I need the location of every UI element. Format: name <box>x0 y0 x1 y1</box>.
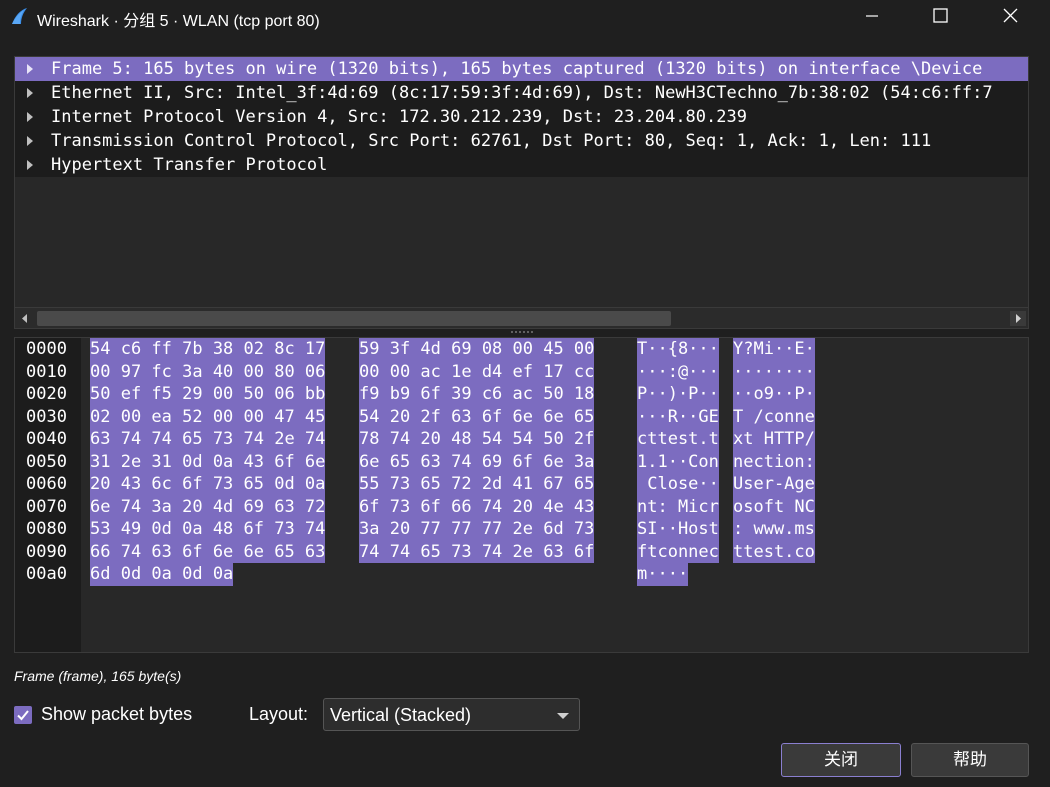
byte-offset: 00a0 <box>26 564 67 584</box>
tree-item-label: Ethernet II, Src: Intel_3f:4d:69 (8c:17:… <box>51 83 993 103</box>
hex-bytes[interactable]: 6e 74 3a 20 4d 69 63 72 <box>90 495 326 518</box>
ascii-bytes[interactable]: ttest.co <box>733 540 815 563</box>
minimize-icon <box>866 15 878 17</box>
expand-arrow-icon[interactable] <box>27 112 33 122</box>
ascii-bytes[interactable]: P··)·P·· <box>637 383 719 406</box>
tree-item-ethernet[interactable]: Ethernet II, Src: Intel_3f:4d:69 (8c:17:… <box>15 81 1028 105</box>
byte-offset: 0070 <box>26 496 67 517</box>
tree-item-ipv4[interactable]: Internet Protocol Version 4, Src: 172.30… <box>15 105 1028 129</box>
ascii-bytes[interactable]: ··o9··P· <box>733 383 815 406</box>
hex-bytes[interactable]: 31 2e 31 0d 0a 43 6f 6e <box>90 450 326 473</box>
expand-arrow-icon[interactable] <box>27 160 33 170</box>
ascii-bytes[interactable]: : www.ms <box>733 518 815 541</box>
ascii-bytes[interactable]: T··{8··· <box>637 338 719 361</box>
layout-label: Layout: <box>249 704 309 724</box>
tree-item-label: Hypertext Transfer Protocol <box>51 155 328 175</box>
layout-select-value: Vertical (Stacked) <box>330 705 472 725</box>
minimize-button[interactable] <box>849 0 895 32</box>
ascii-bytes[interactable]: ···:@··· <box>637 360 719 383</box>
packet-bytes-pane[interactable]: 0000 54 c6 ff 7b 38 02 8c 17 59 3f 4d 69 0… <box>14 337 1029 653</box>
ascii-bytes[interactable]: SI··Host <box>637 518 719 541</box>
hex-bytes[interactable]: 6d 0d 0a 0d 0a <box>90 563 234 586</box>
byte-offset: 0080 <box>26 519 67 539</box>
close-icon <box>1003 8 1018 23</box>
ascii-bytes[interactable]: osoft NC <box>733 495 815 518</box>
ascii-bytes[interactable]: User-Age <box>733 473 815 496</box>
tree-item-http[interactable]: Hypertext Transfer Protocol <box>15 153 1028 177</box>
layout-select[interactable]: Vertical (Stacked) <box>323 698 580 731</box>
tree-item-tcp[interactable]: Transmission Control Protocol, Src Port:… <box>15 129 1028 153</box>
hex-bytes[interactable]: f9 b9 6f 39 c6 ac 50 18 <box>359 383 595 406</box>
ascii-bytes[interactable]: 1.1··Con <box>637 450 719 473</box>
window-title: Wireshark · 分组 5 · WLAN (tcp port 80) <box>37 13 320 30</box>
hex-bytes[interactable]: 6f 73 6f 66 74 20 4e 43 <box>359 495 595 518</box>
tree-item-frame[interactable]: Frame 5: 165 bytes on wire (1320 bits), … <box>15 57 1028 81</box>
ascii-bytes[interactable]: nt: Micr <box>637 495 719 518</box>
ascii-bytes[interactable]: nection: <box>733 450 815 473</box>
maximize-button[interactable] <box>917 0 963 32</box>
hex-bytes[interactable]: 6e 65 63 74 69 6f 6e 3a <box>359 450 595 473</box>
status-text: Frame (frame), 165 byte(s) <box>14 668 182 684</box>
checkmark-icon <box>17 710 29 721</box>
hex-bytes[interactable]: 54 c6 ff 7b 38 02 8c 17 <box>90 338 326 361</box>
hex-bytes[interactable]: 74 74 65 73 74 2e 63 6f <box>359 540 595 563</box>
close-window-button[interactable] <box>987 0 1033 32</box>
byte-offset: 0020 <box>26 384 67 404</box>
hex-bytes[interactable]: 3a 20 77 77 77 2e 6d 73 <box>359 518 595 541</box>
hex-bytes[interactable]: 53 49 0d 0a 48 6f 73 74 <box>90 518 326 541</box>
show-packet-bytes-label[interactable]: Show packet bytes <box>41 704 192 725</box>
tree-item-label: Internet Protocol Version 4, Src: 172.30… <box>51 107 747 127</box>
tree-item-label: Frame 5: 165 bytes on wire (1320 bits), … <box>51 59 983 79</box>
ascii-bytes[interactable]: ftconnec <box>637 540 719 563</box>
wireshark-fin-icon <box>12 8 27 24</box>
title-bar: Wireshark · 分组 5 · WLAN (tcp port 80) <box>0 0 1050 34</box>
expand-arrow-icon[interactable] <box>27 64 33 74</box>
ascii-bytes[interactable]: ········ <box>733 360 815 383</box>
hex-bytes[interactable]: 55 73 65 72 2d 41 67 65 <box>359 473 595 496</box>
hex-bytes[interactable]: 63 74 74 65 73 74 2e 74 <box>90 428 326 451</box>
ascii-bytes[interactable]: T /conne <box>733 405 815 428</box>
hex-bytes[interactable]: 66 74 63 6f 6e 6e 65 63 <box>90 540 326 563</box>
scroll-right-icon[interactable] <box>1010 311 1026 326</box>
byte-offset: 0030 <box>26 406 67 427</box>
packet-details-tree[interactable]: Frame 5: 165 bytes on wire (1320 bits), … <box>14 56 1029 329</box>
hex-bytes[interactable]: 00 97 fc 3a 40 00 80 06 <box>90 360 326 383</box>
ascii-bytes[interactable]: Y?Mi··E· <box>733 338 815 361</box>
close-button[interactable]: 关闭 <box>781 743 901 777</box>
ascii-bytes[interactable]: xt HTTP/ <box>733 428 815 451</box>
hex-bytes[interactable]: 20 43 6c 6f 73 65 0d 0a <box>90 473 326 496</box>
pane-splitter-handle[interactable] <box>510 330 536 334</box>
help-button[interactable]: 帮助 <box>911 743 1029 777</box>
ascii-bytes[interactable]: ···R··GE <box>637 405 719 428</box>
ascii-bytes[interactable]: cttest.t <box>637 428 719 451</box>
byte-offset: 0050 <box>26 451 67 472</box>
byte-offset: 0040 <box>26 429 67 449</box>
hex-bytes[interactable]: 50 ef f5 29 00 50 06 bb <box>90 383 326 406</box>
ascii-bytes[interactable]: Close·· <box>637 473 719 496</box>
maximize-icon <box>933 8 948 23</box>
ascii-bytes[interactable]: m···· <box>637 563 689 586</box>
scroll-left-icon[interactable] <box>17 311 33 326</box>
expand-arrow-icon[interactable] <box>27 136 33 146</box>
byte-offset: 0090 <box>26 541 67 562</box>
hex-bytes[interactable]: 02 00 ea 52 00 00 47 45 <box>90 405 326 428</box>
tree-item-label: Transmission Control Protocol, Src Port:… <box>51 131 932 151</box>
hex-bytes[interactable]: 59 3f 4d 69 08 00 45 00 <box>359 338 595 361</box>
hex-bytes[interactable]: 78 74 20 48 54 54 50 2f <box>359 428 595 451</box>
horizontal-scrollbar[interactable] <box>15 307 1028 328</box>
hex-bytes[interactable]: 54 20 2f 63 6f 6e 6e 65 <box>359 405 595 428</box>
byte-offset: 0000 <box>26 339 67 359</box>
hex-bytes[interactable]: 00 00 ac 1e d4 ef 17 cc <box>359 360 595 383</box>
byte-offset: 0010 <box>26 361 67 382</box>
scrollbar-thumb[interactable] <box>37 311 671 326</box>
expand-arrow-icon[interactable] <box>27 88 33 98</box>
show-packet-bytes-checkbox[interactable] <box>14 706 32 724</box>
byte-offset: 0060 <box>26 474 67 494</box>
chevron-down-icon <box>557 713 569 719</box>
